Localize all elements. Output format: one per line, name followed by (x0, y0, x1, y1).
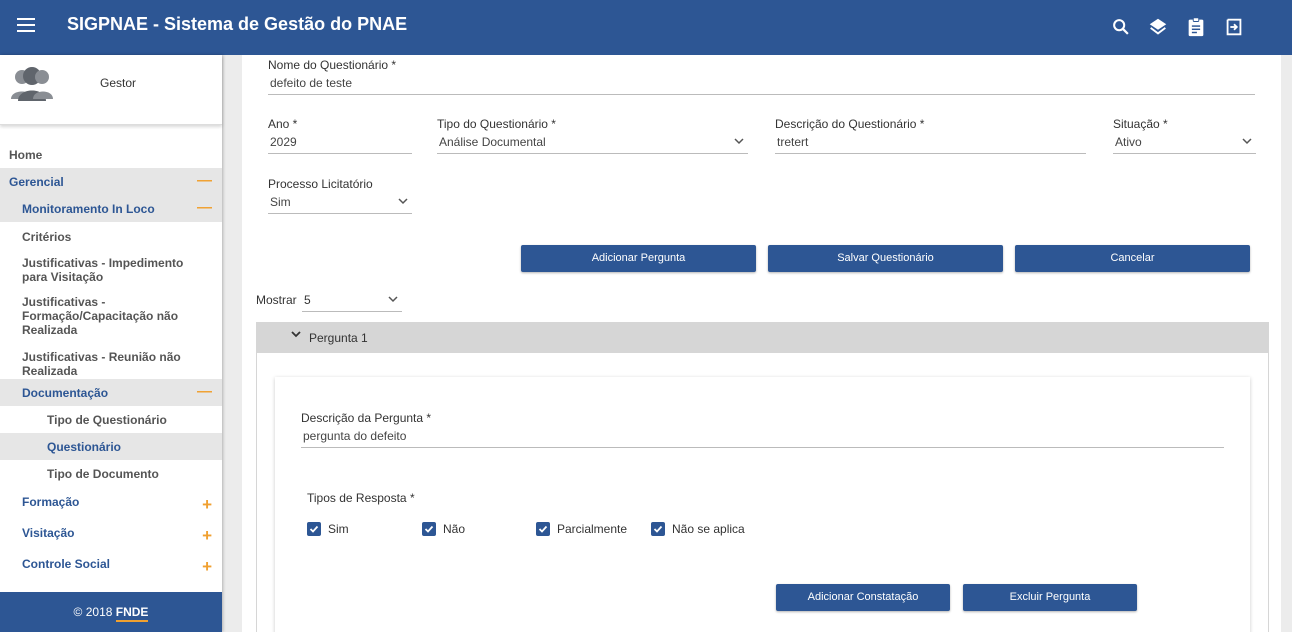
chevron-down-icon (1242, 138, 1252, 145)
situacao-select[interactable]: Ativo (1113, 131, 1256, 154)
collapse-icon[interactable]: — (197, 383, 212, 400)
collapse-icon[interactable]: — (197, 172, 212, 189)
adicionar-constatacao-button[interactable]: Adicionar Constatação (776, 584, 950, 611)
checkbox-checked-icon[interactable] (651, 522, 665, 536)
search-icon[interactable] (1110, 16, 1132, 38)
pergunta-accordion-header[interactable]: Pergunta 1 (256, 322, 1269, 353)
page-size-select[interactable]: 5 (302, 289, 402, 312)
ano-input[interactable]: 2029 (268, 131, 412, 154)
sidebar-item-justificativas-reuniao[interactable]: Justificativas - Reunião não Realizada (0, 345, 222, 379)
sidebar-item-visitacao[interactable]: Visitação + (0, 519, 222, 550)
main-panel: Nome do Questionário * defeito de teste … (242, 55, 1281, 632)
tipo-resposta-nao-se-aplica[interactable]: Não se aplica (651, 522, 745, 536)
top-app-bar: SIGPNAE - Sistema de Gestão do PNAE (0, 0, 1292, 55)
tipo-questionario-select[interactable]: Análise Documental (437, 131, 748, 154)
processo-licitatorio-select[interactable]: Sim (268, 191, 412, 214)
sidebar-item-tipo-documento[interactable]: Tipo de Documento (0, 460, 222, 488)
sidebar-item-formacao[interactable]: Formação + (0, 488, 222, 519)
sidebar-item-criterios[interactable]: Critérios (0, 222, 222, 249)
checkbox-checked-icon[interactable] (536, 522, 550, 536)
sidebar-item-tipo-questionario[interactable]: Tipo de Questionário (0, 406, 222, 433)
descricao-questionario-input[interactable]: tretert (775, 131, 1086, 154)
sidebar-footer: © 2018 FNDE (0, 592, 222, 632)
salvar-questionario-button[interactable]: Salvar Questionário (768, 245, 1003, 272)
pergunta-card: Descrição da Pergunta * pergunta do defe… (275, 377, 1250, 632)
tipo-resposta-parcialmente[interactable]: Parcialmente (536, 522, 627, 536)
sidebar-nav: Home Gerencial — Monitoramento In Loco —… (0, 141, 222, 581)
sidebar-item-questionario[interactable]: Questionário (0, 433, 222, 460)
expand-icon[interactable]: + (202, 557, 212, 577)
clipboard-icon[interactable] (1185, 16, 1207, 38)
sidebar-item-justificativas-formacao[interactable]: Justificativas - Formação/Capacitação nã… (0, 290, 222, 345)
ano-field: Ano * 2029 (268, 117, 412, 154)
nome-questionario-field: Nome do Questionário * defeito de teste (268, 58, 1255, 95)
chevron-down-icon (388, 296, 398, 303)
tipo-resposta-sim[interactable]: Sim (307, 522, 349, 536)
pergunta-title: Pergunta 1 (309, 331, 368, 345)
sidebar: Gestor Home Gerencial — Monitoramento In… (0, 55, 222, 632)
layers-icon[interactable] (1147, 16, 1169, 38)
exit-icon[interactable] (1223, 16, 1245, 38)
tipo-questionario-field: Tipo do Questionário * Análise Documenta… (437, 117, 748, 154)
descricao-questionario-field: Descrição do Questionário * tretert (775, 117, 1086, 154)
chevron-down-icon[interactable] (290, 330, 302, 340)
checkbox-checked-icon[interactable] (422, 522, 436, 536)
app-title: SIGPNAE - Sistema de Gestão do PNAE (67, 14, 408, 34)
descricao-pergunta-field: Descrição da Pergunta * pergunta do defe… (301, 411, 1224, 448)
sidebar-item-monitoramento[interactable]: Monitoramento In Loco — (0, 195, 222, 222)
expand-icon[interactable]: + (202, 495, 212, 515)
expand-icon[interactable]: + (202, 526, 212, 546)
descricao-pergunta-input[interactable]: pergunta do defeito (301, 425, 1224, 448)
tipos-resposta-label: Tipos de Resposta * (307, 491, 415, 505)
menu-icon[interactable] (17, 18, 35, 32)
adicionar-pergunta-button[interactable]: Adicionar Pergunta (521, 245, 756, 272)
user-profile: Gestor (0, 55, 222, 125)
footer-brand-link[interactable]: FNDE (115, 605, 149, 622)
sidebar-item-documentacao[interactable]: Documentação — (0, 379, 222, 406)
sidebar-item-gerencial[interactable]: Gerencial — (0, 168, 222, 195)
processo-licitatorio-field: Processo Licitatório Sim (268, 177, 412, 214)
tipo-resposta-nao[interactable]: Não (422, 522, 465, 536)
nome-questionario-input[interactable]: defeito de teste (268, 72, 1255, 95)
situacao-field: Situação * Ativo (1113, 117, 1256, 154)
sidebar-item-controle-social[interactable]: Controle Social + (0, 550, 222, 581)
collapse-icon[interactable]: — (197, 199, 212, 216)
chevron-down-icon (398, 198, 408, 205)
mostrar-label: Mostrar (256, 293, 297, 307)
user-name: Gestor (100, 76, 137, 90)
avatar-icon (11, 67, 53, 101)
sidebar-item-justificativas-impedimento[interactable]: Justificativas - Impedimento para Visita… (0, 249, 222, 290)
excluir-pergunta-button[interactable]: Excluir Pergunta (963, 584, 1137, 611)
chevron-down-icon (734, 138, 744, 145)
sidebar-item-home[interactable]: Home (0, 141, 222, 168)
pergunta-accordion-body: Descrição da Pergunta * pergunta do defe… (256, 353, 1269, 632)
checkbox-checked-icon[interactable] (307, 522, 321, 536)
cancelar-button[interactable]: Cancelar (1015, 245, 1250, 272)
